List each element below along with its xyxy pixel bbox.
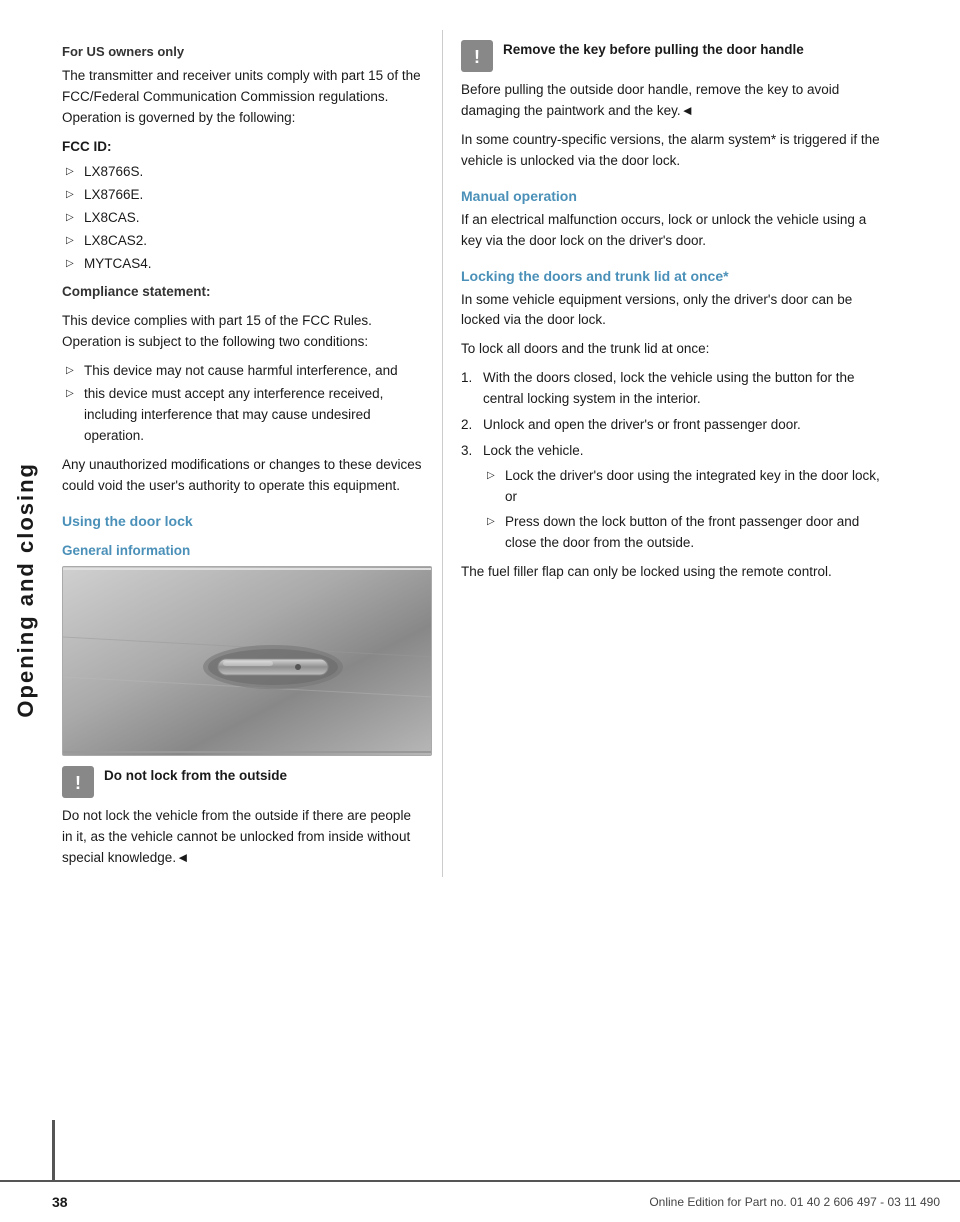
- to-lock-label: To lock all doors and the trunk lid at o…: [461, 339, 885, 360]
- compliance-label: Compliance statement:: [62, 282, 424, 303]
- do-not-lock-body: Do not lock the vehicle from the outside…: [62, 806, 424, 869]
- step-3: 3. Lock the vehicle. Lock the driver's d…: [461, 441, 885, 554]
- step-3-sub-2: Press down the lock button of the front …: [483, 512, 885, 554]
- remove-key-notice: ! Remove the key before pulling the door…: [461, 40, 885, 72]
- for-us-para1: The transmitter and receiver units compl…: [62, 66, 424, 129]
- fcc-item-3: LX8CAS.: [62, 208, 424, 229]
- step-1-text: With the doors closed, lock the vehicle …: [483, 370, 854, 406]
- condition-2: this device must accept any interference…: [62, 384, 424, 447]
- step-2-text: Unlock and open the driver's or front pa…: [483, 417, 801, 432]
- footer-bar: [52, 1120, 55, 1180]
- sidebar-label: Opening and closing: [13, 462, 39, 718]
- remove-key-text: Remove the key before pulling the door h…: [503, 40, 804, 61]
- car-door-image: [62, 566, 432, 756]
- for-us-title: For US owners only: [62, 42, 424, 62]
- svg-text:!: !: [75, 773, 81, 793]
- step-3-num: 3.: [461, 441, 472, 462]
- general-info-title: General information: [62, 543, 424, 558]
- do-not-lock-notice: ! Do not lock from the outside: [62, 766, 424, 798]
- step-1: 1. With the doors closed, lock the vehic…: [461, 368, 885, 410]
- step-1-num: 1.: [461, 368, 472, 389]
- fcc-item-5: MYTCAS4.: [62, 254, 424, 275]
- step-2-num: 2.: [461, 415, 472, 436]
- sidebar: Opening and closing: [0, 0, 52, 1180]
- locking-steps: 1. With the doors closed, lock the vehic…: [461, 368, 885, 553]
- page-number: 38: [52, 1194, 68, 1210]
- svg-text:!: !: [474, 47, 480, 67]
- footer: 38 Online Edition for Part no. 01 40 2 6…: [0, 1180, 960, 1222]
- left-column: For US owners only The transmitter and r…: [52, 30, 442, 877]
- remove-key-para: Before pulling the outside door handle, …: [461, 80, 885, 122]
- do-not-lock-text: Do not lock from the outside: [104, 766, 287, 787]
- fcc-item-4: LX8CAS2.: [62, 231, 424, 252]
- step-3-sub-1: Lock the driver's door using the integra…: [483, 466, 885, 508]
- fuel-filler-text: The fuel filler flap can only be locked …: [461, 562, 885, 583]
- warning-icon-2: !: [461, 40, 493, 72]
- car-door-svg: [63, 567, 432, 756]
- fcc-id-label: FCC ID:: [62, 137, 424, 158]
- locking-intro: In some vehicle equipment versions, only…: [461, 290, 885, 332]
- manual-operation-title: Manual operation: [461, 188, 885, 204]
- remove-key-title: Remove the key before pulling the door h…: [503, 42, 804, 57]
- door-lock-title: Using the door lock: [62, 513, 424, 529]
- step-2: 2. Unlock and open the driver's or front…: [461, 415, 885, 436]
- step-3-sub: Lock the driver's door using the integra…: [483, 466, 885, 554]
- do-not-lock-title: Do not lock from the outside: [104, 768, 287, 783]
- locking-title: Locking the doors and trunk lid at once*: [461, 268, 885, 284]
- step-3-text: Lock the vehicle.: [483, 443, 584, 458]
- fcc-item-1: LX8766S.: [62, 162, 424, 183]
- conditions-list: This device may not cause harmful interf…: [62, 361, 424, 447]
- fcc-item-2: LX8766E.: [62, 185, 424, 206]
- fcc-list: LX8766S. LX8766E. LX8CAS. LX8CAS2. MYTCA…: [62, 162, 424, 275]
- condition-1: This device may not cause harmful interf…: [62, 361, 424, 382]
- compliance-text: This device complies with part 15 of the…: [62, 311, 424, 353]
- country-specific-para: In some country-specific versions, the a…: [461, 130, 885, 172]
- unauthorized-text: Any unauthorized modifications or change…: [62, 455, 424, 497]
- footer-info: Online Edition for Part no. 01 40 2 606 …: [649, 1195, 940, 1209]
- warning-icon-1: !: [62, 766, 94, 798]
- right-column: ! Remove the key before pulling the door…: [443, 30, 903, 877]
- manual-operation-text: If an electrical malfunction occurs, loc…: [461, 210, 885, 252]
